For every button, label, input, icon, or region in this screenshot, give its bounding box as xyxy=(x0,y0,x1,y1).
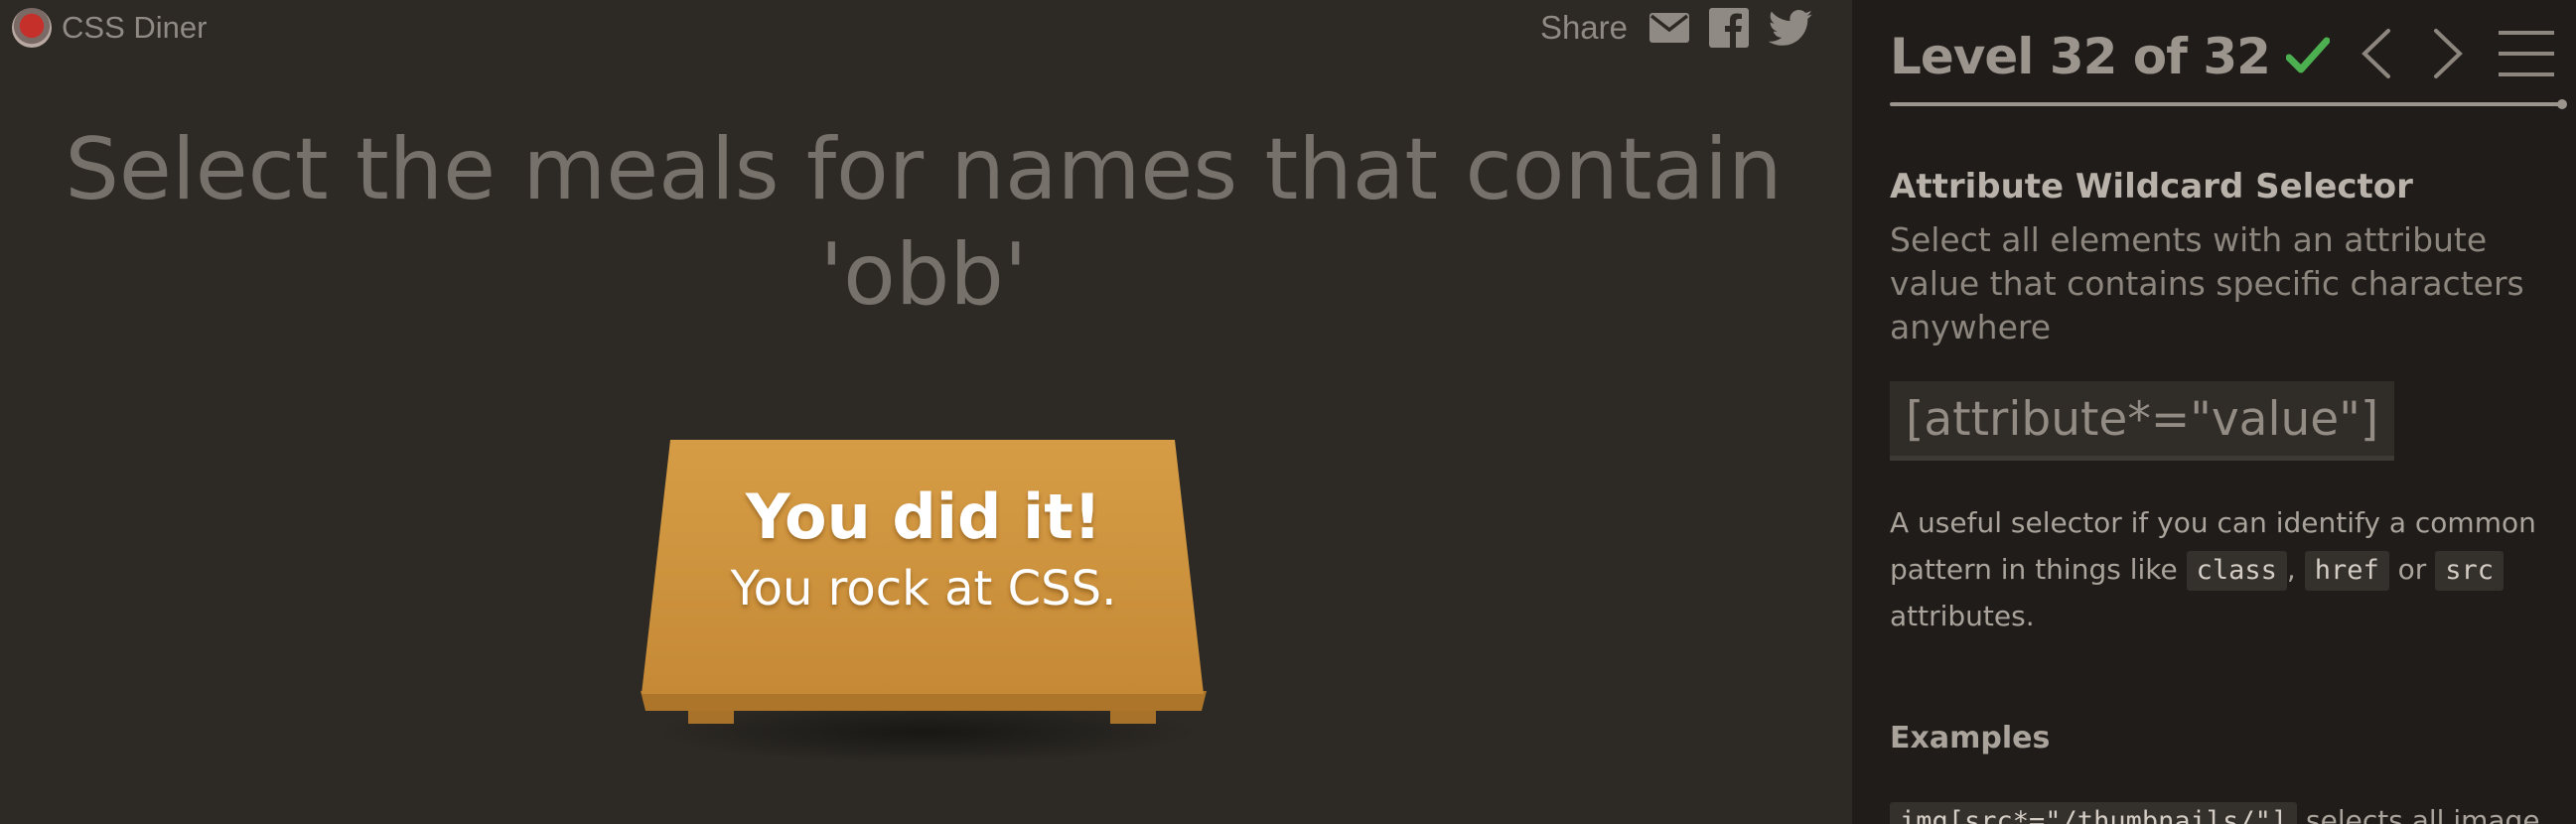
code-class: class xyxy=(2186,551,2287,591)
success-title: You did it! xyxy=(745,481,1102,553)
selector-syntax: [attribute*="value"] xyxy=(1890,381,2395,461)
envelope-icon[interactable] xyxy=(1649,13,1689,43)
selector-name: Attribute Wildcard Selector xyxy=(1890,167,2413,206)
app-title: CSS Diner xyxy=(62,10,208,45)
game-area: CSS Diner Share Select the meals for nam… xyxy=(0,0,1852,824)
share-bar: Share xyxy=(1540,6,1812,50)
chevron-right-icon[interactable] xyxy=(2428,28,2468,79)
instruction-line-2: 'obb' xyxy=(819,225,1028,325)
hint-text-2: attributes. xyxy=(1890,600,2035,632)
hint-separator-1: , xyxy=(2286,553,2296,586)
selector-hint: A useful selector if you can identify a … xyxy=(1890,499,2555,639)
instruction-line-1: Select the meals for names that contain xyxy=(65,120,1783,219)
chevron-left-icon[interactable] xyxy=(2357,28,2396,79)
dinner-table: You did it! You rock at CSS. xyxy=(641,440,1207,767)
app-logo[interactable]: CSS Diner xyxy=(12,8,207,48)
example-item: img[src*="/thumbnails/"] selects all ima… xyxy=(1890,800,2565,824)
selector-description: Select all elements with an attribute va… xyxy=(1890,220,2524,346)
code-src: src xyxy=(2435,551,2504,591)
level-header[interactable]: Level 32 of 32 xyxy=(1890,22,2330,91)
logo-icon xyxy=(12,8,52,48)
sidebar: Level 32 of 32 Attribute Wildcard Select… xyxy=(1852,0,2576,824)
example-code: img[src*="/thumbnails/"] xyxy=(1890,802,2298,824)
hint-separator-2: or xyxy=(2397,553,2427,586)
example-text: selects all image xyxy=(2306,804,2540,824)
level-indicator: Level 32 of 32 xyxy=(1890,28,2271,85)
progress-marker xyxy=(2557,99,2567,109)
level-instruction: Select the meals for names that contain … xyxy=(60,117,1788,328)
twitter-icon[interactable] xyxy=(1769,10,1812,46)
checkmark-icon xyxy=(2285,37,2330,73)
hamburger-menu-icon[interactable] xyxy=(2499,28,2554,79)
facebook-icon[interactable] xyxy=(1709,8,1749,48)
level-progress-bar xyxy=(1890,102,2559,106)
code-href: href xyxy=(2304,551,2389,591)
success-subtitle: You rock at CSS. xyxy=(730,561,1117,617)
examples-heading: Examples xyxy=(1890,721,2051,755)
share-label: Share xyxy=(1539,9,1628,46)
success-message: You did it! You rock at CSS. xyxy=(641,478,1207,620)
